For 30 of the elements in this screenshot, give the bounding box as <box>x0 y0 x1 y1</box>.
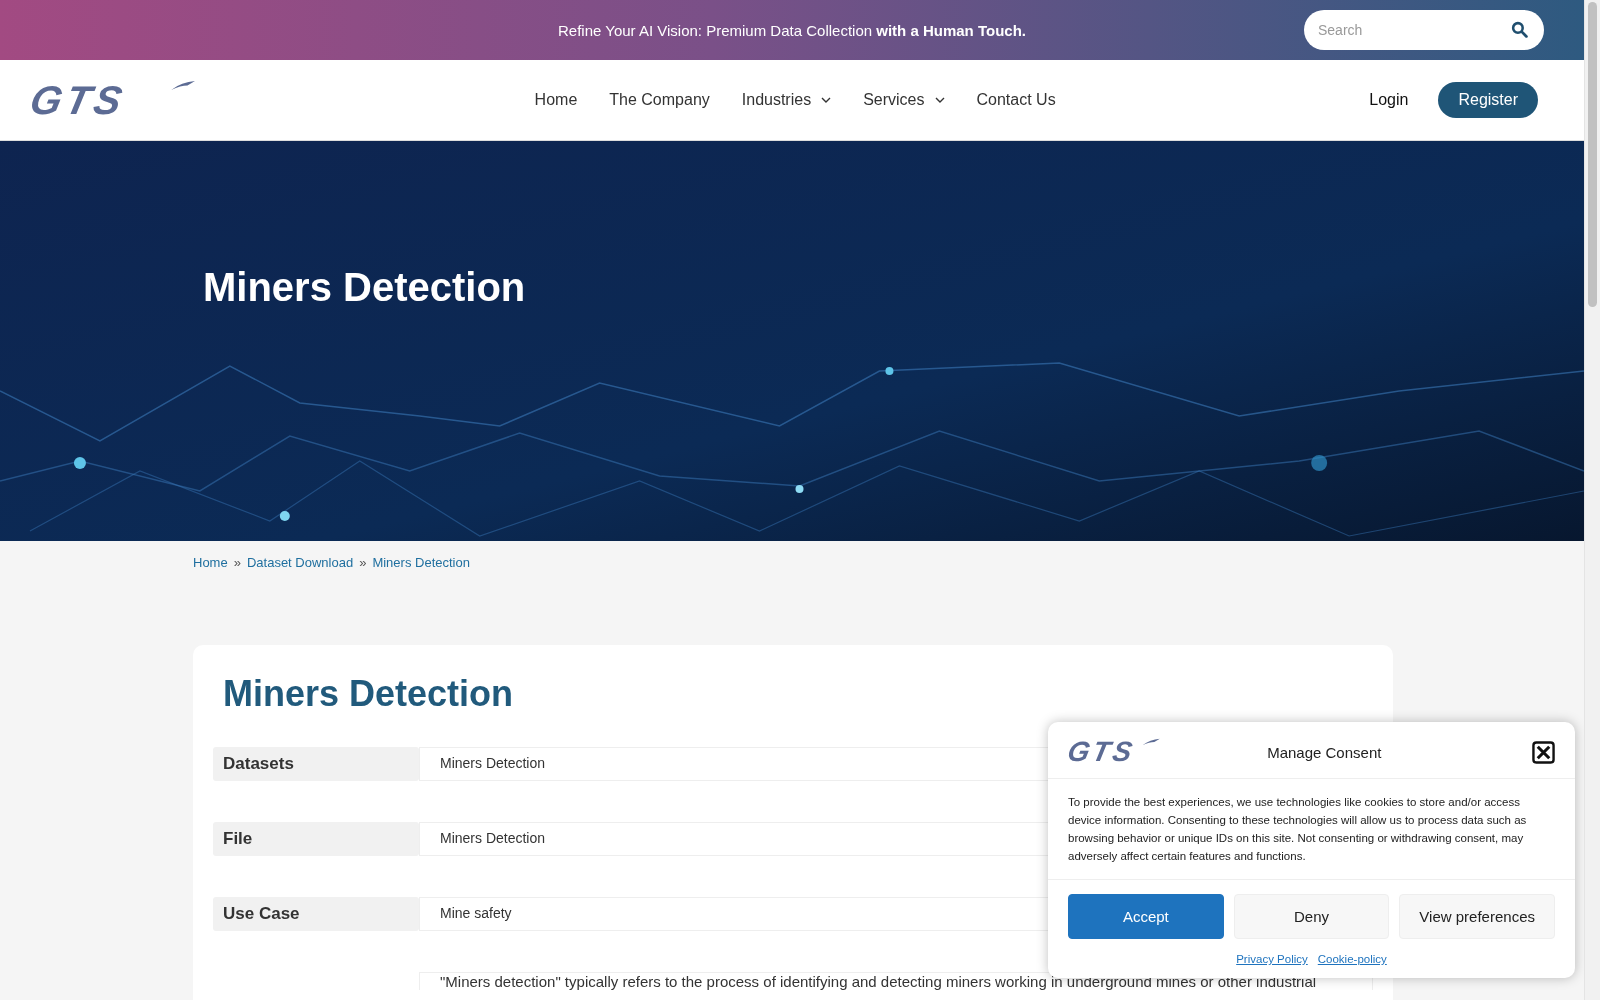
breadcrumb-link[interactable]: Home <box>193 555 228 593</box>
consent-button[interactable]: Deny <box>1233 894 1390 939</box>
policy-link[interactable]: Privacy Policy <box>1236 953 1308 965</box>
dataset-title: Miners Detection <box>223 673 515 715</box>
scrollbar[interactable] <box>1584 0 1600 1000</box>
nav-link[interactable]: Services <box>863 91 945 109</box>
register-button[interactable]: Register <box>1438 82 1538 118</box>
search-field[interactable]: Search <box>1304 10 1544 50</box>
field-label: Use Case <box>213 897 419 931</box>
nav-link[interactable]: Industries <box>741 91 832 109</box>
nav-link[interactable]: The Company <box>609 91 710 109</box>
login-link[interactable]: Login <box>1369 91 1409 109</box>
breadcrumb-link[interactable]: Dataset Download <box>246 555 354 593</box>
nav-link[interactable]: Home <box>534 91 578 109</box>
breadcrumb-link[interactable]: Miners Detection <box>372 555 470 593</box>
banner-message: Refine Your AI Vision: Premium Data Collection with a Human Touch. <box>558 21 1026 39</box>
policy-link[interactable]: Cookie-policy <box>1317 953 1387 965</box>
close-icon[interactable] <box>1532 740 1555 764</box>
consent-button[interactable]: View preferences <box>1399 894 1555 939</box>
scrollbar-thumb[interactable] <box>1588 2 1597 307</box>
search-icon[interactable] <box>1511 21 1528 38</box>
nav-link[interactable]: Contact Us <box>976 91 1056 109</box>
logo[interactable]: GTS <box>26 80 196 120</box>
consent-button[interactable]: Accept <box>1068 894 1224 939</box>
field-label: File <box>213 822 419 856</box>
breadcrumb-separator: » <box>359 555 367 572</box>
page-title: Miners Detection <box>203 265 526 310</box>
breadcrumb-separator: » <box>233 555 241 572</box>
consent-text: To provide the best experiences, we use technologies like cookies to store and/or access device information. Consenting to these technologies will allow us to process data such as browsing behavior or unique IDs on this site. Not consenting or withdrawing consent, may adversely affect certain features and functions. <box>1048 779 1575 880</box>
field-label: Datasets <box>213 747 419 781</box>
